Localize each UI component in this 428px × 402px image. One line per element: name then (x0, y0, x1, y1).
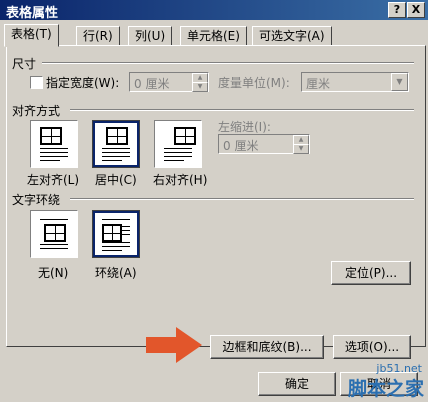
text-line (122, 230, 130, 231)
align-center-label: 居中(C) (95, 173, 137, 187)
text-line (102, 219, 130, 220)
indent-spinner[interactable]: 0 厘米 ▲ ▼ (218, 134, 310, 154)
text-line (102, 250, 122, 251)
text-line (102, 242, 130, 243)
text-line (40, 160, 60, 161)
tab-alt-text[interactable]: 可选文字(A) (252, 26, 332, 46)
tab-column[interactable]: 列(U) (128, 26, 173, 46)
chevron-down-icon[interactable]: ▼ (391, 73, 408, 91)
table-properties-dialog: 表格属性 ? X 表格(T) 行(R) 列(U) 单元格(E) 可选文字(A) … (0, 0, 428, 402)
text-line (102, 160, 122, 161)
watermark-text: 脚本之家 (347, 378, 424, 400)
align-center-option[interactable] (92, 120, 140, 168)
dialog-title: 表格属性 (6, 6, 59, 21)
divider (70, 198, 414, 200)
table-icon (106, 127, 128, 145)
table-icon (102, 224, 122, 242)
borders-shading-button[interactable]: 边框和底纹(B)... (210, 335, 324, 359)
text-line (122, 234, 130, 235)
text-line (40, 156, 68, 157)
wrap-none-option[interactable] (30, 210, 78, 258)
wrap-around-option[interactable] (92, 210, 140, 258)
text-line (102, 152, 130, 153)
tab-row[interactable]: 行(R) (76, 26, 120, 46)
options-button[interactable]: 选项(O)... (333, 335, 411, 359)
tab-table[interactable]: 表格(T) (4, 24, 59, 47)
text-line (40, 148, 68, 149)
text-line (40, 248, 68, 249)
divider (70, 109, 414, 111)
wrap-around-label: 环绕(A) (95, 266, 137, 280)
align-left-label: 左对齐(L) (27, 173, 80, 187)
table-icon (40, 127, 62, 145)
pointer-arrow-icon (146, 327, 202, 363)
unit-label: 度量单位(M): (218, 76, 290, 90)
wrapping-section-title: 文字环绕 (12, 193, 61, 207)
unit-value: 厘米 (306, 77, 331, 91)
close-button[interactable]: X (407, 2, 425, 18)
position-button[interactable]: 定位(P)... (331, 261, 411, 285)
text-line (40, 219, 68, 220)
text-line (164, 160, 184, 161)
text-line (122, 226, 130, 227)
wrap-none-label: 无(N) (38, 266, 69, 280)
text-line (164, 156, 192, 157)
divider (42, 62, 414, 64)
unit-select[interactable]: 厘米 ▼ (301, 72, 409, 92)
text-line (164, 152, 192, 153)
specify-width-checkbox[interactable] (30, 76, 43, 89)
alignment-section-title: 对齐方式 (12, 104, 61, 118)
ok-button[interactable]: 确定 (258, 372, 336, 396)
width-value: 0 厘米 (134, 77, 170, 91)
spin-down-icon[interactable]: ▼ (192, 82, 208, 92)
align-right-option[interactable] (154, 120, 202, 168)
text-line (164, 148, 192, 149)
indent-value: 0 厘米 (223, 139, 259, 153)
text-line (102, 148, 130, 149)
width-spinner[interactable]: 0 厘米 ▲ ▼ (129, 72, 209, 92)
table-icon (174, 127, 196, 145)
text-line (102, 246, 130, 247)
align-left-option[interactable] (30, 120, 78, 168)
table-icon (44, 224, 66, 242)
text-line (102, 156, 130, 157)
text-line (40, 244, 68, 245)
align-right-label: 右对齐(H) (153, 173, 208, 187)
text-line (40, 152, 68, 153)
help-button[interactable]: ? (388, 2, 406, 18)
tab-cell[interactable]: 单元格(E) (180, 26, 247, 46)
indent-label: 左缩进(I): (218, 120, 271, 134)
spin-down-icon[interactable]: ▼ (293, 144, 309, 154)
specify-width-label: 指定宽度(W): (46, 76, 120, 90)
title-bar: 表格属性 ? X (0, 0, 428, 21)
size-section-title: 尺寸 (12, 57, 37, 71)
